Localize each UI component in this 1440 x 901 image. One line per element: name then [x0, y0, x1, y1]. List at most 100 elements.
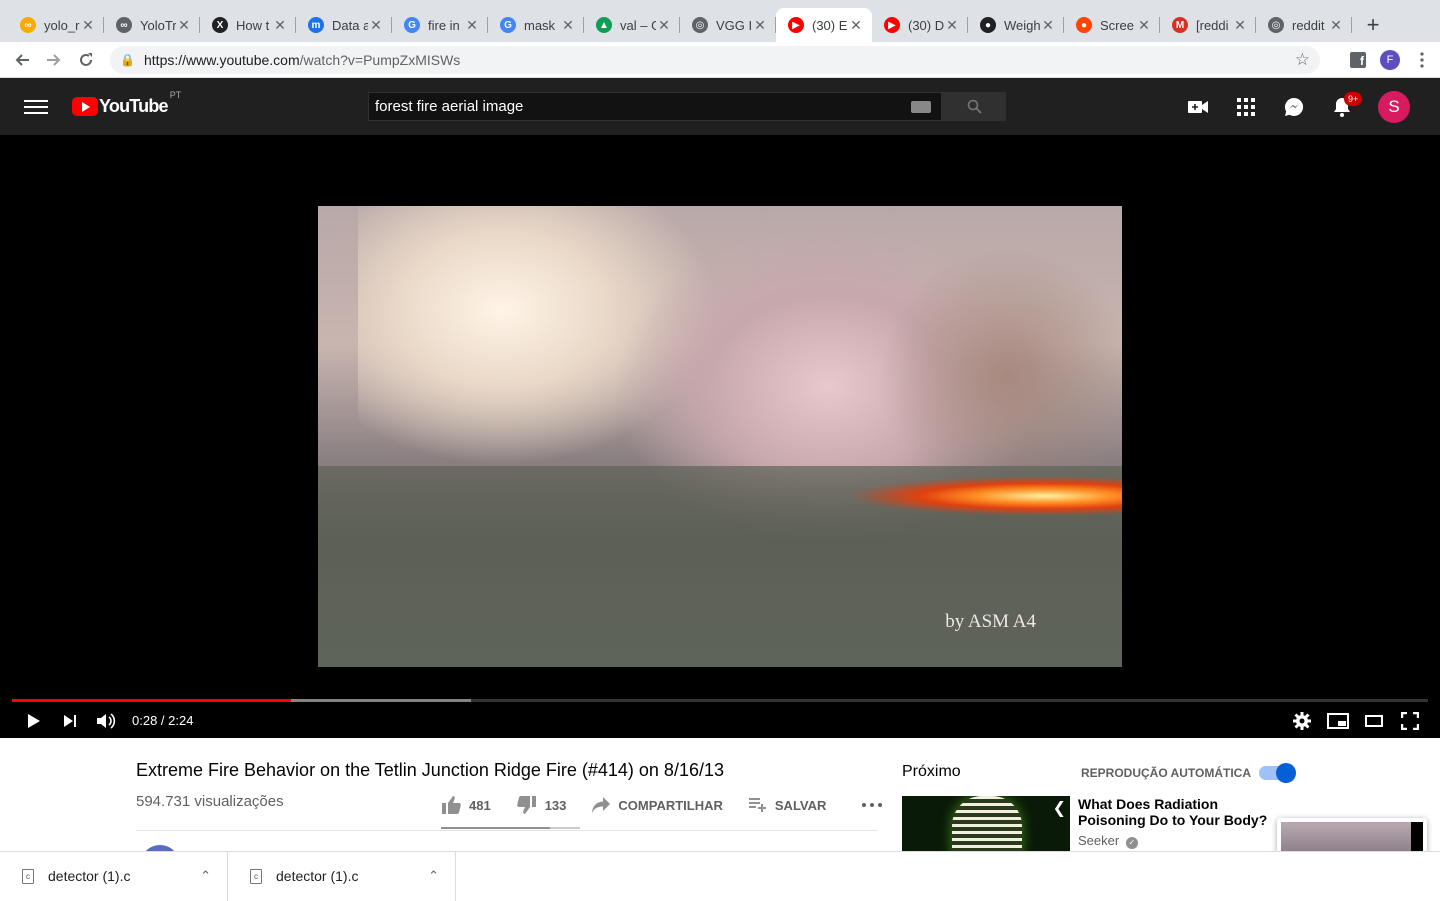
forward-icon[interactable] — [38, 46, 70, 74]
theater-mode-icon[interactable] — [1356, 703, 1392, 738]
tab-close-icon[interactable]: ✕ — [944, 17, 960, 34]
tab-close-icon[interactable]: ✕ — [176, 17, 192, 34]
apps-grid-icon[interactable] — [1222, 87, 1270, 127]
tab-close-icon[interactable]: ✕ — [464, 17, 480, 34]
progress-bar[interactable] — [12, 699, 1428, 702]
back-icon[interactable] — [6, 46, 38, 74]
recommended-title[interactable]: What Does Radiation Poisoning Do to Your… — [1078, 796, 1278, 828]
tab-title: fire in — [428, 17, 460, 33]
tab-favicon-icon: ∞ — [116, 17, 132, 33]
tab-close-icon[interactable]: ✕ — [752, 17, 768, 34]
profile-initial: F — [1380, 49, 1400, 70]
play-icon[interactable] — [16, 703, 52, 738]
view-count: 594.731 visualizações — [136, 793, 284, 810]
browser-tab[interactable]: ● Weigh ✕ — [968, 8, 1064, 42]
tab-close-icon[interactable]: ✕ — [272, 17, 288, 34]
messages-icon[interactable] — [1270, 87, 1318, 127]
autoplay-toggle[interactable] — [1259, 763, 1296, 783]
time-display: 0:28 / 2:24 — [132, 713, 194, 728]
menu-icon[interactable] — [24, 96, 48, 118]
tab-title: (30) D — [908, 17, 944, 33]
browser-tab[interactable]: ▶ (30) D ✕ — [872, 8, 968, 42]
youtube-logo[interactable]: YouTube PT — [72, 90, 181, 117]
youtube-play-logo-icon — [72, 97, 98, 116]
url-host: https://www.youtube.com — [144, 51, 300, 68]
played-bar — [12, 699, 291, 702]
new-tab-button[interactable]: + — [1356, 8, 1390, 42]
tab-title: How t — [236, 17, 270, 33]
browser-tab[interactable]: Gmask ✕ — [488, 8, 584, 42]
download-shelf: c detector (1).c ⌃ c detector (1).c ⌃ — [0, 851, 1440, 901]
address-bar[interactable]: 🔒 https://www.youtube.com/watch?v=PumpZx… — [110, 45, 1320, 74]
tab-favicon-icon: ● — [1076, 17, 1092, 33]
tab-favicon-icon: ▶ — [788, 17, 804, 33]
download-item[interactable]: c detector (1).c ⌃ — [228, 851, 456, 901]
tab-close-icon[interactable]: ✕ — [656, 17, 672, 34]
tab-close-icon[interactable]: ✕ — [1328, 17, 1344, 34]
tab-favicon-icon: ● — [980, 17, 996, 33]
settings-gear-icon[interactable] — [1284, 703, 1320, 738]
tab-close-icon[interactable]: ✕ — [80, 17, 96, 34]
share-label: COMPARTILHAR — [618, 797, 723, 813]
account-avatar[interactable]: S — [1378, 90, 1410, 123]
browser-tab[interactable]: Gfire in ✕ — [392, 8, 488, 42]
browser-tab[interactable]: ▶ (30) E ✕ — [776, 8, 872, 42]
browser-tab[interactable]: ● Scree ✕ — [1064, 8, 1160, 42]
search-input[interactable]: forest fire aerial image — [368, 92, 942, 121]
more-actions-icon[interactable] — [862, 803, 890, 807]
create-video-icon[interactable] — [1174, 87, 1222, 127]
chrome-menu-icon[interactable] — [1406, 46, 1438, 74]
chevron-up-icon[interactable]: ⌃ — [200, 868, 211, 884]
tab-close-icon[interactable]: ✕ — [1136, 17, 1152, 34]
tab-title: val – G — [620, 17, 656, 33]
tab-title: mask — [524, 17, 556, 33]
search-button[interactable] — [942, 92, 1006, 121]
recommended-channel[interactable]: Seeker ✓ — [1078, 833, 1138, 849]
tab-favicon-icon: ∞ — [20, 17, 36, 33]
tab-title: YoloTr — [140, 17, 176, 33]
youtube-masthead: YouTube PT forest fire aerial image 9+ S — [0, 78, 1440, 135]
like-button[interactable]: 481 — [441, 796, 491, 814]
recommended-thumbnail[interactable]: ❮ — [902, 796, 1070, 856]
tab-close-icon[interactable]: ✕ — [1232, 17, 1248, 34]
video-frame[interactable]: by ASM A4 — [318, 206, 1122, 667]
video-player[interactable]: by ASM A4 0:28 / 2:24 — [0, 135, 1440, 738]
tab-favicon-icon: ▲ — [596, 17, 612, 33]
browser-tab[interactable]: ◎ reddit ✕ — [1256, 8, 1352, 42]
tab-close-icon[interactable]: ✕ — [848, 17, 864, 34]
tab-favicon-icon: G — [500, 17, 516, 33]
profile-avatar[interactable]: F — [1374, 46, 1406, 74]
player-controls: 0:28 / 2:24 — [0, 703, 1440, 738]
dislike-button[interactable]: 133 — [516, 796, 566, 814]
browser-tab[interactable]: ∞ yolo_r ✕ — [8, 8, 104, 42]
tab-favicon-icon: G — [404, 17, 420, 33]
miniplayer-icon[interactable] — [1320, 703, 1356, 738]
chevron-up-icon[interactable]: ⌃ — [428, 868, 439, 884]
browser-tab[interactable]: ▲ val – G✕ — [584, 8, 680, 42]
share-button[interactable]: COMPARTILHAR — [592, 797, 723, 813]
browser-tab[interactable]: ∞ YoloTr ✕ — [104, 8, 200, 42]
tab-title: reddit — [1292, 17, 1325, 33]
tab-close-icon[interactable]: ✕ — [560, 17, 576, 34]
download-item[interactable]: c detector (1).c ⌃ — [0, 851, 228, 901]
tab-close-icon[interactable]: ✕ — [368, 17, 384, 34]
verified-check-icon: ✓ — [1125, 837, 1138, 849]
save-button[interactable]: SALVAR — [748, 798, 826, 813]
browser-tab[interactable]: X How t ✕ — [200, 8, 296, 42]
fullscreen-icon[interactable] — [1392, 703, 1428, 738]
download-filename: detector (1).c — [48, 868, 131, 884]
browser-tab[interactable]: m Data a ✕ — [296, 8, 392, 42]
volume-icon[interactable] — [88, 703, 124, 738]
tab-title: yolo_r — [44, 17, 80, 33]
bookmark-star-icon[interactable]: ☆ — [1295, 50, 1310, 70]
browser-tab[interactable]: M [reddi ✕ — [1160, 8, 1256, 42]
tab-close-icon[interactable]: ✕ — [1040, 17, 1056, 34]
reload-icon[interactable] — [70, 46, 102, 74]
video-actions: 481 133 COMPARTILHAR SALVAR — [441, 790, 916, 820]
next-video-icon[interactable] — [52, 703, 88, 738]
keyboard-icon[interactable] — [911, 100, 931, 113]
facebook-extension-icon[interactable]: f — [1342, 46, 1374, 74]
browser-tab[interactable]: ◎ VGG I ✕ — [680, 8, 776, 42]
notifications-bell-icon[interactable]: 9+ — [1318, 87, 1366, 127]
thumbs-down-icon — [516, 796, 536, 814]
